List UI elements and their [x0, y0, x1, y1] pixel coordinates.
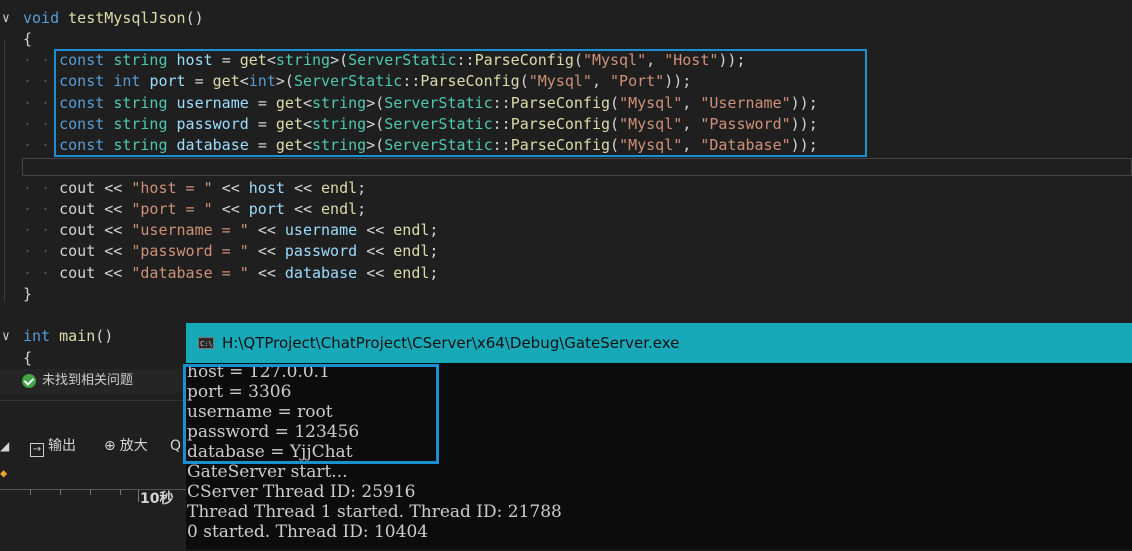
code-token: () — [185, 9, 204, 27]
code-token: testMysqlJson — [68, 9, 186, 27]
code-token: ; — [357, 179, 367, 197]
code-text: { — [23, 348, 32, 369]
code-token: endl — [393, 221, 430, 239]
code-token: void — [23, 9, 69, 27]
fold-chevron-icon[interactable]: ∨ — [2, 8, 10, 29]
code-token: endl — [321, 179, 358, 197]
zoom-search-icon[interactable]: Q — [170, 432, 181, 460]
code-token: "username = " — [131, 221, 258, 239]
code-token: int — [23, 327, 60, 345]
code-token: << — [104, 200, 132, 218]
code-token: ; — [429, 242, 439, 260]
code-text: · · cout << "password = " << password <<… — [23, 241, 438, 262]
code-token: cout — [59, 264, 105, 282]
code-text: int main() — [23, 326, 113, 347]
code-token: << — [293, 200, 322, 218]
code-token: · · — [23, 264, 60, 282]
code-token: "host = " — [131, 179, 222, 197]
code-token: ; — [429, 221, 439, 239]
output-panel — [0, 400, 186, 551]
console-line: GateServer start... — [187, 462, 348, 482]
code-token: username — [284, 221, 367, 239]
console-line: Thread Thread 1 started. Thread ID: 2178… — [187, 502, 562, 522]
current-line-indicator — [22, 158, 1132, 176]
code-token: << — [366, 264, 394, 282]
output-toolbar: ◢ → 输出 ⊕ 放大 Q — [0, 432, 186, 460]
code-token: ; — [429, 264, 439, 282]
code-token: · · — [23, 200, 60, 218]
code-token: << — [257, 264, 285, 282]
code-token: << — [293, 179, 322, 197]
code-token: << — [257, 242, 285, 260]
code-token: cout — [59, 179, 105, 197]
issues-label: 未找到相关问题 — [42, 373, 134, 388]
chevron-down-icon[interactable]: ◢ — [0, 432, 9, 460]
console-line: 0 started. Thread ID: 10404 — [187, 522, 429, 542]
code-token: ; — [357, 200, 367, 218]
code-token: { — [23, 30, 33, 48]
fold-chevron-icon[interactable]: ∨ — [2, 326, 10, 347]
code-text: · · cout << "host = " << host << endl; — [23, 178, 366, 199]
code-token: · · — [23, 242, 60, 260]
code-token: "password = " — [131, 242, 258, 260]
code-token: { — [23, 349, 33, 367]
code-text: { — [23, 29, 32, 50]
code-token: endl — [321, 200, 358, 218]
code-token: "port = " — [131, 200, 222, 218]
highlight-box-output — [183, 364, 439, 464]
code-token: () — [95, 327, 114, 345]
issues-status-bar[interactable]: 未找到相关问题 — [0, 369, 186, 393]
console-line: CServer Thread ID: 25916 — [187, 482, 416, 502]
code-token: database — [284, 264, 367, 282]
code-token: · · — [23, 221, 60, 239]
console-title: H:\QTProject\ChatProject\CServer\x64\Deb… — [222, 334, 680, 352]
code-token: "database = " — [131, 264, 258, 282]
code-text: } — [23, 284, 32, 305]
ruler-time-label: 10秒 — [140, 491, 174, 507]
code-token: << — [104, 179, 132, 197]
code-token: << — [104, 221, 132, 239]
fold-guide-line — [4, 40, 5, 302]
code-token: << — [104, 242, 132, 260]
code-text: · · cout << "port = " << port << endl; — [23, 199, 366, 220]
code-token: << — [366, 221, 394, 239]
code-text: · · cout << "database = " << database <<… — [23, 263, 438, 284]
code-token: password — [284, 242, 367, 260]
highlight-box-config — [54, 49, 867, 157]
code-token: << — [366, 242, 394, 260]
code-token: << — [257, 221, 285, 239]
output-button[interactable]: → 输出 — [30, 432, 76, 460]
code-token: host — [248, 179, 294, 197]
code-token: main — [59, 327, 96, 345]
output-arrow-icon: → — [30, 443, 44, 457]
code-token: cout — [59, 221, 105, 239]
timeline-ruler: 10秒 — [0, 489, 186, 508]
code-token: << — [221, 200, 249, 218]
code-text: void testMysqlJson() — [23, 8, 204, 29]
code-token: cout — [59, 242, 105, 260]
zoom-in-button[interactable]: ⊕ 放大 — [104, 432, 148, 460]
output-label: 输出 — [48, 438, 76, 454]
check-circle-icon — [22, 374, 36, 388]
code-token: port — [248, 200, 294, 218]
code-token: } — [23, 285, 33, 303]
console-title-bar[interactable]: H:\QTProject\ChatProject\CServer\x64\Deb… — [186, 323, 1132, 364]
code-token: endl — [393, 264, 430, 282]
side-marker-icon: ◆ — [0, 466, 8, 480]
code-token: · · — [23, 179, 60, 197]
code-token: endl — [393, 242, 430, 260]
code-token: << — [221, 179, 249, 197]
code-text: · · cout << "username = " << username <<… — [23, 220, 438, 241]
console-app-icon — [198, 324, 214, 364]
zoom-in-icon: ⊕ — [104, 438, 116, 454]
code-token: << — [104, 264, 132, 282]
code-token: cout — [59, 200, 105, 218]
zoom-in-label: 放大 — [119, 438, 148, 454]
